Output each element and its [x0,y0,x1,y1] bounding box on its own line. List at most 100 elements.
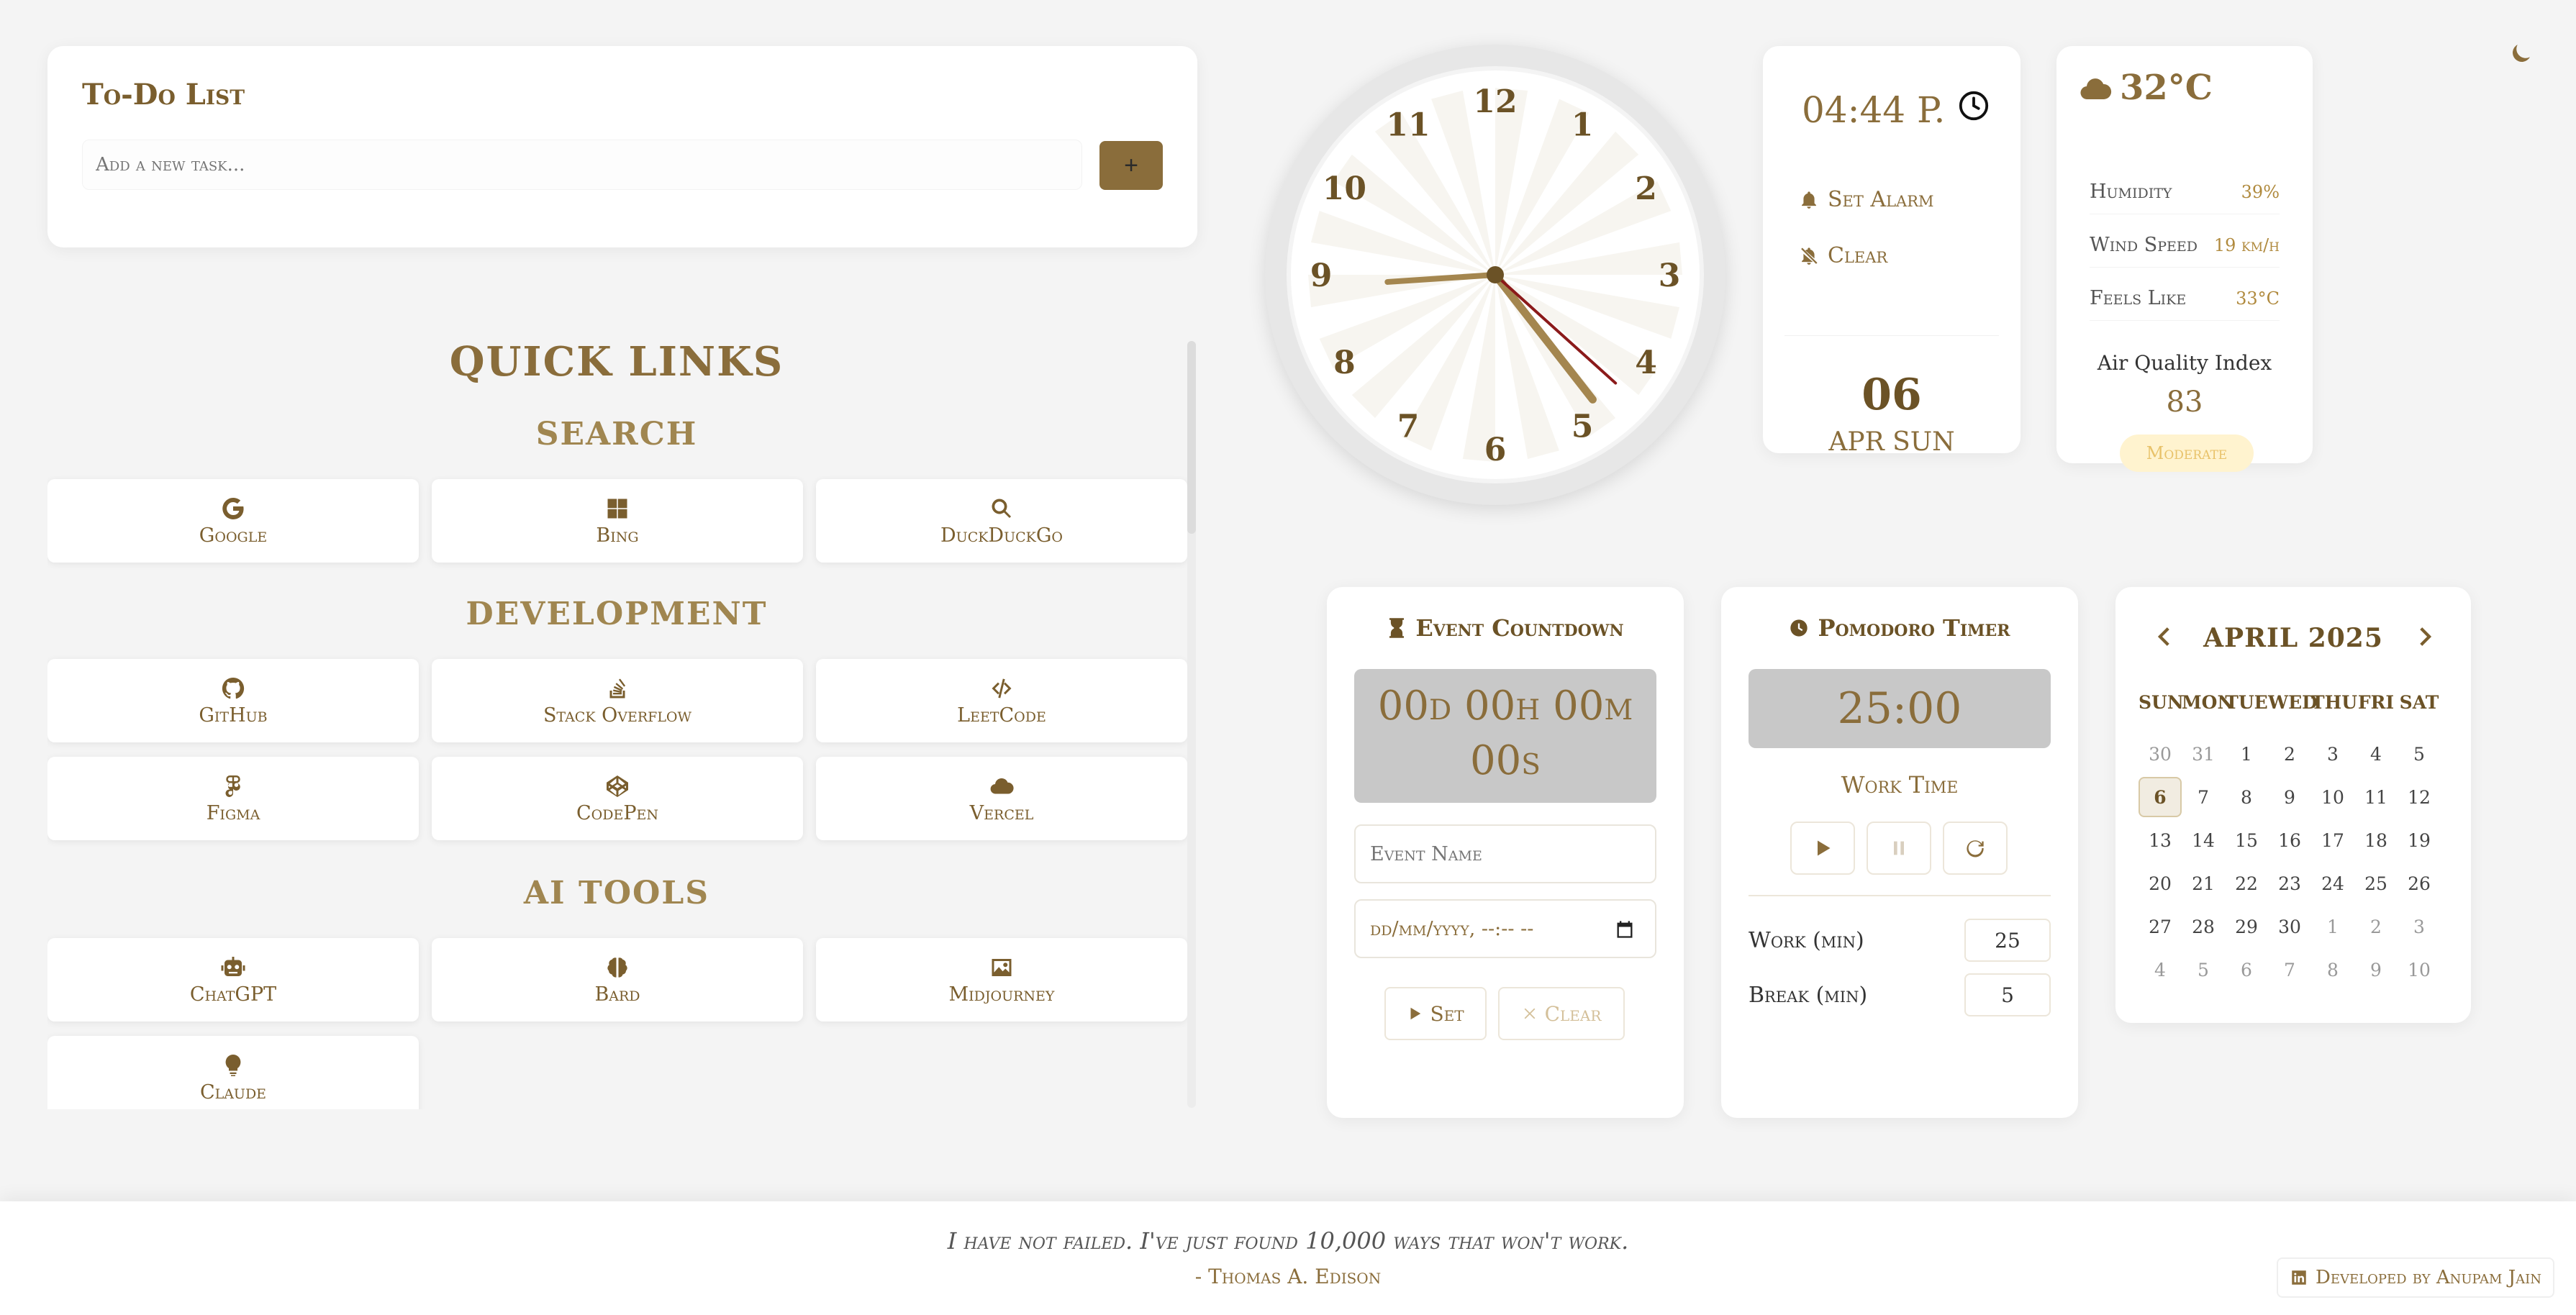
event-date-placeholder: dd/mm/yyyy, --:-- -- [1370,917,1534,940]
calendar-day[interactable]: 11 [2354,777,2398,817]
link-figma[interactable]: Figma [47,757,419,840]
calendar-day[interactable]: 14 [2182,820,2225,860]
task-input[interactable] [82,140,1082,190]
link-label: Bing [596,524,639,547]
temperature-value: 32°C [2120,68,2213,108]
link-chatgpt[interactable]: ChatGPT [47,938,419,1021]
work-label: Work (min) [1749,927,1864,953]
clock-number: 2 [1635,170,1657,207]
clear-alarm-button[interactable]: Clear [1799,243,1887,268]
link-midjourney[interactable]: Midjourney [816,938,1187,1021]
link-google[interactable]: Google [47,479,419,563]
wind-speed-row: Wind Speed 19 km/h [2090,223,2280,268]
calendar-day[interactable]: 2 [2268,734,2311,774]
event-name-input[interactable] [1354,824,1656,883]
calendar-day[interactable]: 23 [2268,863,2311,904]
link-duckduckgo[interactable]: DuckDuckGo [816,479,1187,563]
calendar-day[interactable]: 18 [2354,820,2398,860]
calendar-day[interactable]: 20 [2139,863,2182,904]
weekday-label: TUE [2225,692,2268,713]
weather-card: 32°C Humidity 39% Wind Speed 19 km/h Fee… [2056,46,2313,472]
link-vercel[interactable]: Vercel [816,757,1187,840]
clear-alarm-label: Clear [1828,243,1888,268]
calendar-day[interactable]: 9 [2268,777,2311,817]
moon-icon[interactable] [2508,40,2534,66]
calendar-day[interactable]: 12 [2398,777,2441,817]
work-minutes-input[interactable]: 25 [1964,919,2051,962]
set-alarm-button[interactable]: Set Alarm [1799,187,1934,212]
temperature: 32°C [2078,68,2213,108]
developer-credit-link[interactable]: Developed by Anupam Jain [2277,1257,2554,1298]
link-codepen[interactable]: CodePen [432,757,803,840]
calendar-day[interactable]: 16 [2268,820,2311,860]
calendar-day[interactable]: 1 [2225,734,2268,774]
calendar-day[interactable]: 10 [2398,950,2441,990]
reset-button[interactable] [1943,822,2008,875]
windows-icon [607,499,627,518]
calendar-day[interactable]: 10 [2311,777,2354,817]
digital-time-card: 04:44 P. Set Alarm Clear 06 APR SUN [1763,46,2021,457]
calendar-day[interactable]: 6 [2139,777,2182,817]
footer: I have not failed. I've just found 10,00… [0,1201,2576,1315]
calendar-day[interactable]: 21 [2182,863,2225,904]
github-icon [222,677,245,699]
calendar-day[interactable]: 5 [2398,734,2441,774]
link-bing[interactable]: Bing [432,479,803,563]
link-label: Vercel [969,801,1034,824]
calendar-day[interactable]: 19 [2398,820,2441,860]
calendar-day[interactable]: 4 [2139,950,2182,990]
calendar-day[interactable]: 9 [2354,950,2398,990]
countdown-line-1: 00d 00h 00m [1377,683,1633,729]
calendar-day[interactable]: 7 [2268,950,2311,990]
calendar-day[interactable]: 31 [2182,734,2225,774]
calendar-day[interactable]: 28 [2182,906,2225,947]
next-month-button[interactable] [2412,624,2441,653]
calendar-day[interactable]: 25 [2354,863,2398,904]
clear-event-button[interactable]: Clear [1498,987,1625,1040]
calendar-day[interactable]: 22 [2225,863,2268,904]
link-label: Google [199,524,268,547]
quick-links-scrollbar[interactable] [1187,341,1196,1108]
calendar-day[interactable]: 24 [2311,863,2354,904]
aqi-status-badge: Moderate [2120,434,2254,472]
pause-button[interactable] [1867,822,1931,875]
brain-icon [607,957,627,978]
pomodoro-title-text: Pomodoro Timer [1818,614,2010,642]
quote-author: - Thomas A. Edison [1194,1265,1382,1288]
add-task-button[interactable]: + [1099,141,1163,190]
link-leetcode[interactable]: LeetCode [816,659,1187,742]
scrollbar-thumb[interactable] [1187,341,1196,534]
calendar-day[interactable]: 15 [2225,820,2268,860]
calendar-day[interactable]: 26 [2398,863,2441,904]
calendar-day[interactable]: 27 [2139,906,2182,947]
calendar-day[interactable]: 8 [2311,950,2354,990]
calendar-day[interactable]: 29 [2225,906,2268,947]
humidity-label: Humidity [2090,181,2172,203]
calendar-card: APRIL 2025 SUN MON TUE WED THU FRI SAT 30 31 1 2 3 4… [2115,587,2471,1023]
link-stack-overflow[interactable]: Stack Overflow [432,659,803,742]
event-date-input[interactable]: dd/mm/yyyy, --:-- -- [1354,899,1656,958]
calendar-day[interactable]: 5 [2182,950,2225,990]
clock-icon [1790,619,1808,637]
start-button[interactable] [1790,822,1855,875]
calendar-day[interactable]: 4 [2354,734,2398,774]
category-development-title: DEVELOPMENT [466,596,768,632]
calendar-day[interactable]: 3 [2311,734,2354,774]
calendar-day[interactable]: 2 [2354,906,2398,947]
calendar-day[interactable]: 13 [2139,820,2182,860]
link-bard[interactable]: Bard [432,938,803,1021]
break-minutes-input[interactable]: 5 [1964,973,2051,1016]
calendar-icon[interactable] [1615,919,1635,939]
link-github[interactable]: GitHub [47,659,419,742]
calendar-day[interactable]: 30 [2139,734,2182,774]
link-claude[interactable]: Claude [47,1036,419,1109]
calendar-day[interactable]: 7 [2182,777,2225,817]
calendar-day[interactable]: 6 [2225,950,2268,990]
calendar-day[interactable]: 3 [2398,906,2441,947]
calendar-day[interactable]: 8 [2225,777,2268,817]
set-event-button[interactable]: Set [1384,987,1487,1040]
set-event-label: Set [1430,1001,1464,1026]
calendar-day[interactable]: 17 [2311,820,2354,860]
calendar-day[interactable]: 30 [2268,906,2311,947]
calendar-day[interactable]: 1 [2311,906,2354,947]
